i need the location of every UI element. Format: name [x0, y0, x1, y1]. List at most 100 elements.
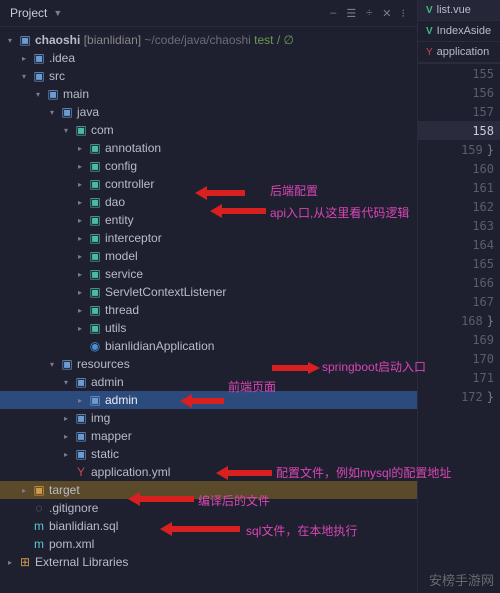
chevron-down-icon[interactable]: ▼: [53, 8, 62, 18]
expand-icon[interactable]: ▸: [78, 324, 88, 333]
tree-label: .gitignore: [49, 501, 98, 515]
tab-application[interactable]: Yapplication: [418, 42, 500, 63]
tree-item-static[interactable]: ▸▣static: [0, 445, 417, 463]
expand-icon[interactable]: ▸: [22, 486, 32, 495]
expand-icon[interactable]: ▸: [78, 162, 88, 171]
tree-item-model[interactable]: ▸▣model: [0, 247, 417, 265]
gutter-line[interactable]: 162: [418, 197, 500, 216]
tree-label: model: [105, 249, 138, 263]
gutter-line[interactable]: 156: [418, 83, 500, 102]
tree-item-target[interactable]: ▸▣target: [0, 481, 417, 499]
tree-item-com[interactable]: ▾▣com: [0, 121, 417, 139]
expand-icon[interactable]: ▸: [22, 54, 32, 63]
expand-icon[interactable]: ▸: [78, 216, 88, 225]
panel-title[interactable]: Project: [10, 6, 47, 20]
tree-item-bianlidianApplication[interactable]: ◉bianlidianApplication: [0, 337, 417, 355]
tree-item-controller[interactable]: ▸▣controller: [0, 175, 417, 193]
tree-item-service[interactable]: ▸▣service: [0, 265, 417, 283]
expand-icon[interactable]: ▸: [78, 306, 88, 315]
external-libraries[interactable]: ▸ ⊞ External Libraries: [0, 553, 417, 571]
gutter-line[interactable]: 168}: [418, 311, 500, 330]
gutter-line[interactable]: 166: [418, 273, 500, 292]
expand-icon[interactable]: ▸: [78, 198, 88, 207]
expand-icon[interactable]: ▸: [78, 288, 88, 297]
gutter-line[interactable]: 170: [418, 349, 500, 368]
expand-icon[interactable]: ▸: [64, 432, 74, 441]
gutter-line[interactable]: 161: [418, 178, 500, 197]
expand-icon[interactable]: ▸: [78, 396, 88, 405]
gutter-line[interactable]: 165: [418, 254, 500, 273]
gutter-line[interactable]: 155: [418, 64, 500, 83]
tree-item-.gitignore[interactable]: ◌.gitignore: [0, 499, 417, 517]
tree-item-dao[interactable]: ▸▣dao: [0, 193, 417, 211]
tree-label: .idea: [49, 51, 75, 65]
gutter-line[interactable]: 157: [418, 102, 500, 121]
folder-icon: ▣: [60, 357, 74, 371]
expand-icon[interactable]: ▸: [78, 234, 88, 243]
tree-item-pom.xml[interactable]: mpom.xml: [0, 535, 417, 553]
expand-icon[interactable]: ▾: [64, 126, 74, 135]
expand-icon[interactable]: ▾: [22, 72, 32, 81]
select-opened-icon[interactable]: ☰: [344, 7, 358, 20]
tree-label: pom.xml: [49, 537, 94, 551]
gutter-line[interactable]: 169: [418, 330, 500, 349]
tab-IndexAside[interactable]: VIndexAside: [418, 21, 500, 42]
tree-item-bianlidian.sql[interactable]: mbianlidian.sql: [0, 517, 417, 535]
gutter-line[interactable]: 167: [418, 292, 500, 311]
tree-item-application.yml[interactable]: Yapplication.yml: [0, 463, 417, 481]
folder-icon: ▣: [88, 159, 102, 173]
tree-item-src[interactable]: ▾▣src: [0, 67, 417, 85]
folder-icon: ▣: [88, 393, 102, 407]
settings-icon[interactable]: ÷: [364, 7, 374, 19]
tree-item-admin[interactable]: ▾▣admin: [0, 373, 417, 391]
tree-root[interactable]: ▾ ▣ chaoshi [bianlidian] ~/code/java/cha…: [0, 31, 417, 49]
folder-icon: ▣: [88, 285, 102, 299]
gutter-line[interactable]: 171: [418, 368, 500, 387]
expand-icon[interactable]: ▾: [8, 36, 18, 45]
folder-icon: ▣: [32, 51, 46, 65]
tree-item-annotation[interactable]: ▸▣annotation: [0, 139, 417, 157]
tree-label: admin: [91, 375, 124, 389]
expand-icon[interactable]: ▸: [78, 180, 88, 189]
expand-icon[interactable]: ▸: [64, 414, 74, 423]
gutter-line[interactable]: 172}: [418, 387, 500, 406]
expand-icon[interactable]: ▾: [64, 378, 74, 387]
hide-icon[interactable]: ✕: [380, 7, 393, 20]
tree-item-admin[interactable]: ▸▣admin: [0, 391, 417, 409]
tree-label: interceptor: [105, 231, 162, 245]
expand-icon[interactable]: ▸: [78, 252, 88, 261]
gutter-line[interactable]: 163: [418, 216, 500, 235]
tree-item-main[interactable]: ▾▣main: [0, 85, 417, 103]
tree-item-mapper[interactable]: ▸▣mapper: [0, 427, 417, 445]
expand-icon[interactable]: ▾: [50, 108, 60, 117]
collapse-icon[interactable]: –: [328, 7, 338, 19]
folder-icon: ▣: [88, 249, 102, 263]
tree-item-.idea[interactable]: ▸▣.idea: [0, 49, 417, 67]
gutter-line[interactable]: 159}: [418, 140, 500, 159]
tree-item-entity[interactable]: ▸▣entity: [0, 211, 417, 229]
tree-item-interceptor[interactable]: ▸▣interceptor: [0, 229, 417, 247]
tree-label: src: [49, 69, 65, 83]
expand-icon[interactable]: ▸: [64, 450, 74, 459]
gutter-line[interactable]: 160: [418, 159, 500, 178]
tab-list.vue[interactable]: Vlist.vue: [418, 0, 500, 21]
expand-icon[interactable]: ▸: [78, 270, 88, 279]
more-icon[interactable]: ⁝: [400, 7, 408, 20]
file-type-icon: V: [426, 26, 433, 37]
folder-icon: ▣: [88, 177, 102, 191]
tree-item-thread[interactable]: ▸▣thread: [0, 301, 417, 319]
tree-item-img[interactable]: ▸▣img: [0, 409, 417, 427]
tree-label: config: [105, 159, 137, 173]
editor-tabs: Vlist.vueVIndexAsideYapplication: [418, 0, 500, 64]
expand-icon[interactable]: ▸: [78, 144, 88, 153]
tree-item-resources[interactable]: ▾▣resources: [0, 355, 417, 373]
tree-item-config[interactable]: ▸▣config: [0, 157, 417, 175]
gutter-line[interactable]: 164: [418, 235, 500, 254]
tree-item-java[interactable]: ▾▣java: [0, 103, 417, 121]
expand-icon[interactable]: ▾: [50, 360, 60, 369]
gutter-line[interactable]: 158: [418, 121, 500, 140]
tree-item-ServletContextListener[interactable]: ▸▣ServletContextListener: [0, 283, 417, 301]
expand-icon[interactable]: ▾: [36, 90, 46, 99]
tree-label: application.yml: [91, 465, 170, 479]
tree-item-utils[interactable]: ▸▣utils: [0, 319, 417, 337]
